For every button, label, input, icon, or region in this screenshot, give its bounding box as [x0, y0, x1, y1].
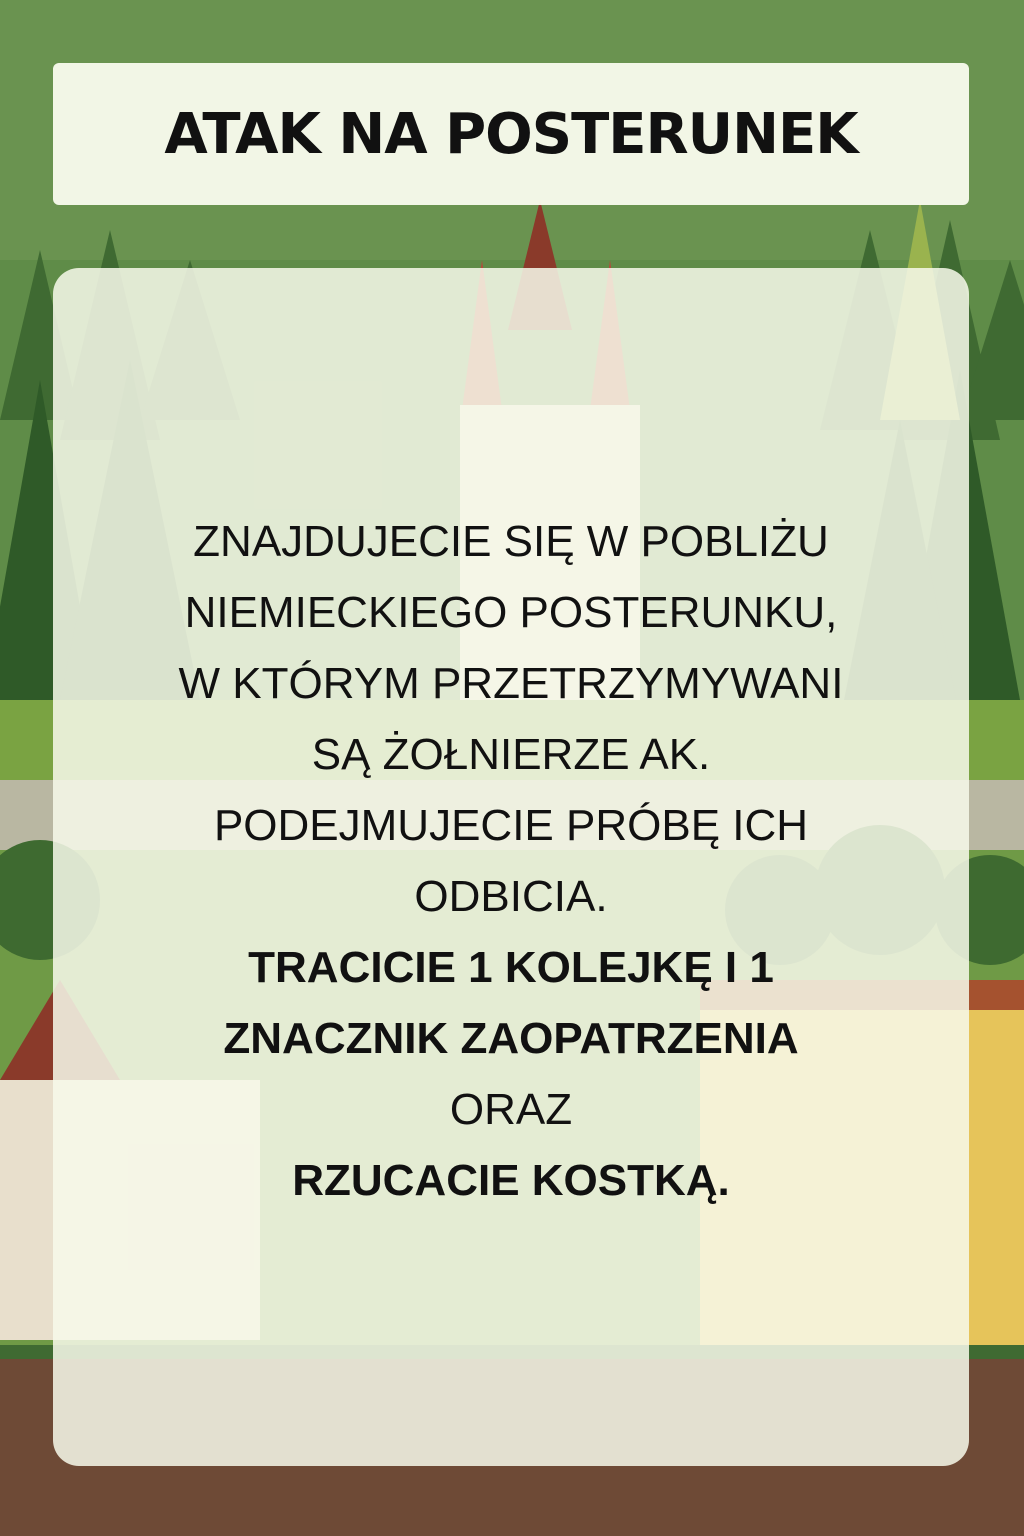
description-line: PODEJMUJECIE PRÓBĘ ICH	[213, 801, 809, 850]
penalty-line: TRACICIE 1 KOLEJKĘ I 1	[248, 943, 774, 992]
card-title: ATAK NA POSTERUNEK	[164, 101, 858, 167]
title-panel: ATAK NA POSTERUNEK	[53, 63, 969, 205]
penalty-line: ZNACZNIK ZAOPATRZENIA	[223, 1014, 799, 1063]
description-line: W KTÓRYM PRZETRZYMYWANI	[178, 659, 844, 708]
card-description: ZNAJDUJECIE SIĘ W POBLIŻU NIEMIECKIEGO P…	[53, 506, 969, 1216]
description-line: SĄ ŻOŁNIERZE AK.	[311, 730, 711, 779]
card-body-panel: ZNAJDUJECIE SIĘ W POBLIŻU NIEMIECKIEGO P…	[53, 268, 969, 1466]
dice-roll-line: RZUCACIE KOSTKĄ.	[292, 1156, 730, 1205]
description-line: ODBICIA.	[414, 872, 608, 921]
connector-line: ORAZ	[449, 1085, 573, 1134]
description-line: ZNAJDUJECIE SIĘ W POBLIŻU	[193, 517, 829, 566]
description-line: NIEMIECKIEGO POSTERUNKU,	[184, 588, 838, 637]
